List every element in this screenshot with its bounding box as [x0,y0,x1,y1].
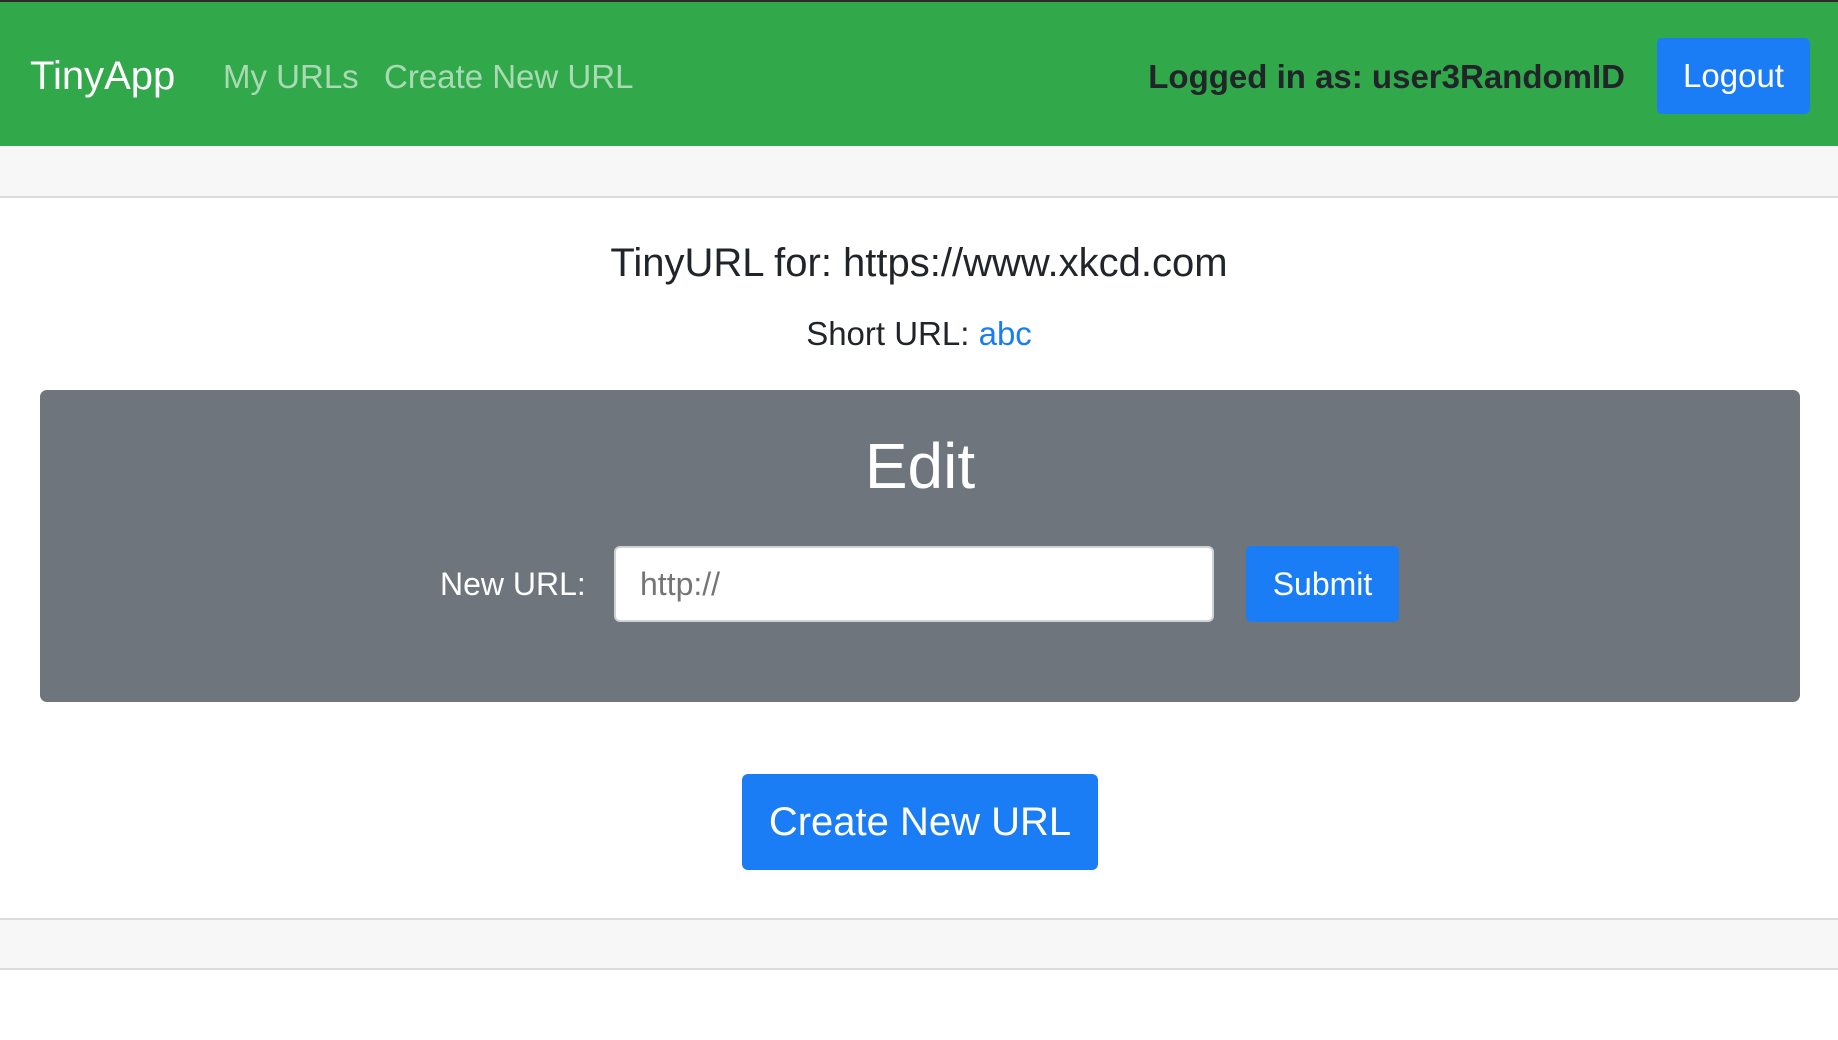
nav-link-my-urls[interactable]: My URLs [223,57,359,97]
edit-heading: Edit [864,430,976,502]
edit-card: Edit New URL: Submit [40,390,1800,702]
submit-button[interactable]: Submit [1246,546,1399,622]
navbar: TinyApp My URLs Create New URL Logged in… [0,0,1838,146]
footer-band [0,918,1838,970]
nav-link-create-new-url[interactable]: Create New URL [384,57,633,97]
page-title: TinyURL for: https://www.xkcd.com [610,241,1228,285]
new-url-label: New URL: [440,566,586,602]
logout-button[interactable]: Logout [1657,38,1810,114]
new-url-input[interactable] [614,546,1214,622]
logged-in-status: Logged in as: user3RandomID [1148,58,1625,95]
short-url-line: Short URL: abc [0,314,1838,354]
short-url-link[interactable]: abc [979,315,1032,352]
short-url-label: Short URL: [806,315,979,352]
create-new-url-button[interactable]: Create New URL [742,774,1098,870]
header-band [0,146,1838,198]
brand-link[interactable]: TinyApp [30,52,175,100]
